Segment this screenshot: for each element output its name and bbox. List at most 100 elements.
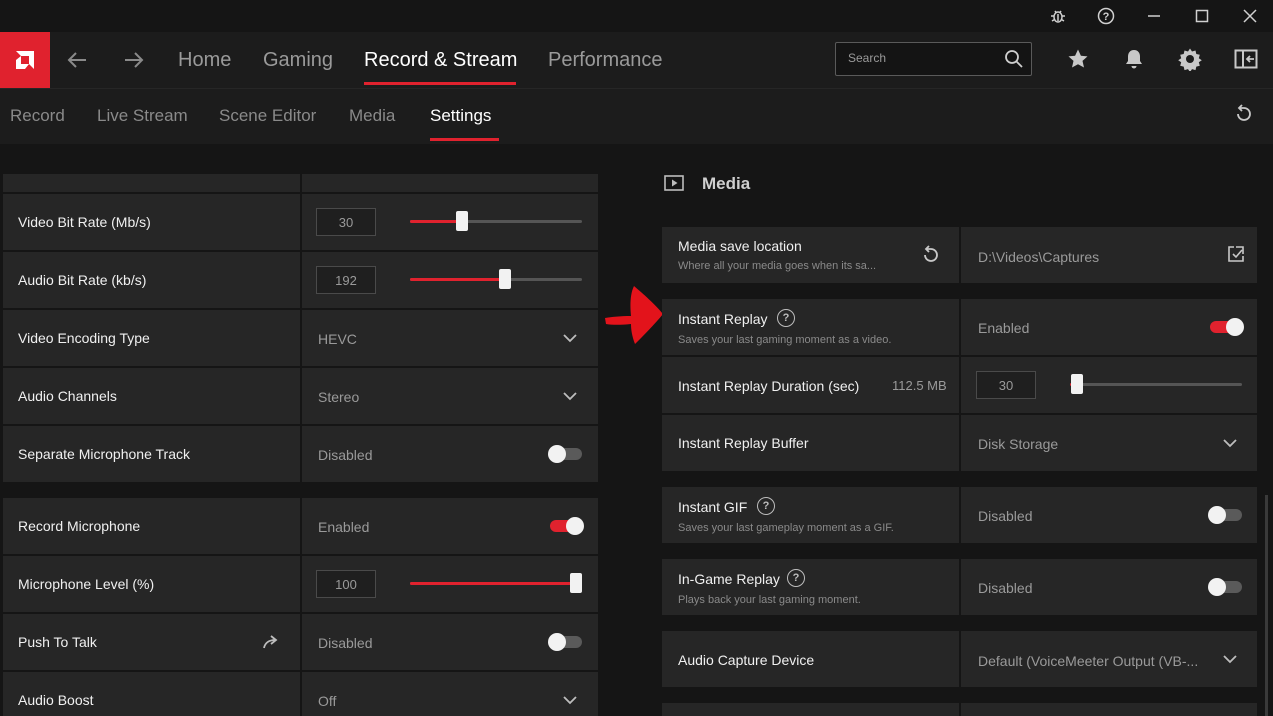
- video-encoding-row[interactable]: Video Encoding Type HEVC: [3, 310, 598, 366]
- slider-thumb[interactable]: [1071, 374, 1083, 394]
- instant-replay-toggle[interactable]: [1210, 318, 1244, 336]
- chevron-down-icon[interactable]: [562, 388, 578, 404]
- audio-capture-label: Audio Capture Device: [678, 652, 815, 668]
- sidebar-toggle-icon[interactable]: [1231, 44, 1261, 74]
- audio-capture-row[interactable]: Audio Capture Device Default (VoiceMeete…: [662, 631, 1257, 687]
- search-box[interactable]: [835, 42, 1032, 76]
- separate-mic-label: Separate Microphone Track: [18, 446, 190, 462]
- maximize-icon[interactable]: [1190, 4, 1214, 28]
- mic-level-row: Microphone Level (%) 100: [3, 556, 598, 612]
- instant-replay-value: Enabled: [978, 320, 1030, 336]
- audio-channels-row[interactable]: Audio Channels Stereo: [3, 368, 598, 424]
- search-icon[interactable]: [1004, 49, 1024, 74]
- forward-arrow-icon[interactable]: [119, 46, 149, 74]
- save-location-row: Media save location Where all your media…: [662, 227, 1257, 283]
- slider-thumb[interactable]: [499, 269, 511, 289]
- replay-duration-slider[interactable]: [1070, 374, 1242, 394]
- settings-row-partial: [3, 174, 598, 192]
- nav-tab-performance[interactable]: Performance: [548, 49, 663, 79]
- video-bitrate-label: Video Bit Rate (Mb/s): [18, 214, 151, 230]
- push-to-talk-label: Push To Talk: [18, 634, 97, 650]
- search-input[interactable]: [848, 51, 998, 65]
- help-icon[interactable]: ?: [1094, 4, 1118, 28]
- annotation-arrow: [603, 280, 665, 353]
- record-mic-toggle[interactable]: [550, 517, 584, 535]
- audio-bitrate-slider[interactable]: [410, 269, 582, 289]
- instant-gif-toggle[interactable]: [1208, 506, 1242, 524]
- subtab-settings[interactable]: Settings: [430, 106, 491, 126]
- active-subtab-underline: [430, 138, 499, 141]
- audio-bitrate-label: Audio Bit Rate (kb/s): [18, 272, 147, 288]
- help-icon[interactable]: ?: [777, 309, 795, 327]
- separate-mic-value: Disabled: [318, 447, 373, 463]
- help-icon[interactable]: ?: [757, 497, 775, 515]
- push-to-talk-toggle[interactable]: [548, 633, 582, 651]
- audio-boost-row[interactable]: Audio Boost Off: [3, 672, 598, 716]
- separate-mic-toggle[interactable]: [548, 445, 582, 463]
- video-bitrate-row: Video Bit Rate (Mb/s) 30: [3, 194, 598, 250]
- scrollbar[interactable]: [1265, 495, 1268, 716]
- audio-capture-value[interactable]: Default (VoiceMeeter Output (VB-...: [978, 653, 1198, 669]
- audio-bitrate-row: Audio Bit Rate (kb/s) 192: [3, 252, 598, 308]
- mic-level-label: Microphone Level (%): [18, 576, 155, 592]
- settings-row-partial: [662, 703, 1257, 716]
- bug-report-icon[interactable]: [1046, 4, 1070, 28]
- media-section-icon: [664, 175, 684, 196]
- gear-icon[interactable]: [1175, 44, 1205, 74]
- video-bitrate-input[interactable]: 30: [316, 208, 376, 236]
- subtab-record[interactable]: Record: [10, 106, 65, 126]
- chevron-down-icon[interactable]: [562, 692, 578, 708]
- audio-channels-label: Audio Channels: [18, 388, 117, 404]
- folder-browse-icon[interactable]: [1227, 245, 1245, 268]
- slider-thumb[interactable]: [570, 573, 582, 593]
- instant-replay-desc: Saves your last gaming moment as a video…: [678, 334, 892, 346]
- ingame-replay-row: In-Game Replay ? Plays back your last ga…: [662, 559, 1257, 615]
- record-mic-value: Enabled: [318, 519, 370, 535]
- instant-replay-row: Instant Replay ? Saves your last gaming …: [662, 299, 1257, 355]
- chevron-down-icon[interactable]: [1222, 651, 1238, 667]
- chevron-down-icon[interactable]: [1222, 435, 1238, 451]
- nav-tab-gaming[interactable]: Gaming: [263, 49, 333, 79]
- bell-icon[interactable]: [1119, 44, 1149, 74]
- replay-duration-label: Instant Replay Duration (sec): [678, 378, 860, 394]
- subtab-media[interactable]: Media: [349, 106, 395, 126]
- title-bar: [0, 0, 1273, 32]
- replay-buffer-row[interactable]: Instant Replay Buffer Disk Storage: [662, 415, 1257, 471]
- nav-tab-home[interactable]: Home: [178, 49, 231, 79]
- replay-buffer-label: Instant Replay Buffer: [678, 435, 809, 451]
- ingame-replay-toggle[interactable]: [1208, 578, 1242, 596]
- instant-gif-row: Instant GIF ? Saves your last gameplay m…: [662, 487, 1257, 543]
- reset-icon[interactable]: [1234, 104, 1254, 129]
- instant-gif-label: Instant GIF: [678, 499, 748, 515]
- audio-boost-value[interactable]: Off: [318, 693, 336, 709]
- subtab-live-stream[interactable]: Live Stream: [97, 106, 188, 126]
- video-bitrate-slider[interactable]: [410, 211, 582, 231]
- star-icon[interactable]: [1063, 44, 1093, 74]
- chevron-down-icon[interactable]: [562, 330, 578, 346]
- replay-buffer-value[interactable]: Disk Storage: [978, 436, 1058, 452]
- replay-duration-input[interactable]: 30: [976, 371, 1036, 399]
- sub-navigation: [0, 88, 1273, 144]
- audio-bitrate-input[interactable]: 192: [316, 266, 376, 294]
- instant-replay-label: Instant Replay: [678, 311, 768, 327]
- svg-text:?: ?: [1103, 11, 1110, 23]
- share-arrow-icon[interactable]: [261, 633, 281, 656]
- video-encoding-value[interactable]: HEVC: [318, 331, 357, 347]
- subtab-scene-editor[interactable]: Scene Editor: [219, 106, 316, 126]
- back-arrow-icon[interactable]: [62, 46, 92, 74]
- close-icon[interactable]: [1238, 4, 1262, 28]
- instant-gif-desc: Saves your last gameplay moment as a GIF…: [678, 522, 894, 534]
- nav-tab-record-stream[interactable]: Record & Stream: [364, 49, 517, 79]
- slider-thumb[interactable]: [456, 211, 468, 231]
- save-location-value[interactable]: D:\Videos\Captures: [978, 249, 1099, 265]
- media-section-title: Media: [702, 174, 751, 193]
- help-icon[interactable]: ?: [787, 569, 805, 587]
- minimize-icon[interactable]: [1142, 4, 1166, 28]
- reset-icon[interactable]: [921, 245, 941, 270]
- mic-level-input[interactable]: 100: [316, 570, 376, 598]
- amd-logo[interactable]: [0, 32, 50, 88]
- mic-level-slider[interactable]: [410, 573, 582, 593]
- video-encoding-label: Video Encoding Type: [18, 330, 150, 346]
- ingame-replay-value: Disabled: [978, 580, 1033, 596]
- audio-channels-value[interactable]: Stereo: [318, 389, 359, 405]
